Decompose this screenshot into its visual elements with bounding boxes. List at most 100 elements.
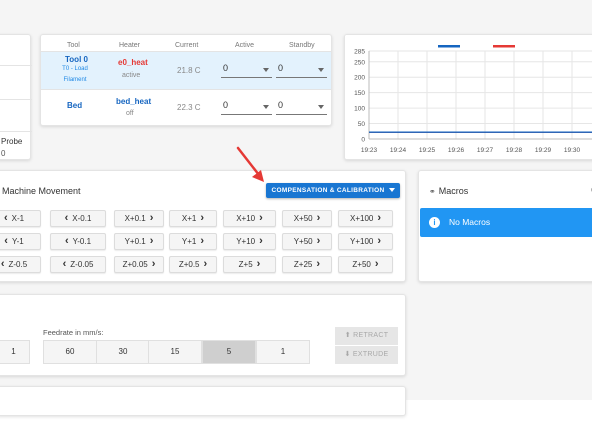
move-button[interactable]: ‹ Y-1 [0,233,41,250]
move-button[interactable]: Y+1 › [169,233,217,250]
active-temp-select[interactable]: 0 [221,62,272,78]
x-tick-label: 19:26 [448,147,465,154]
chevron-right-icon: › [200,212,205,224]
y-tick-label: 50 [358,121,366,128]
retract-button[interactable]: ⬆ RETRACT [335,327,398,345]
chevron-down-icon [318,105,324,109]
move-button[interactable]: X+50 › [282,210,332,227]
move-button[interactable]: Z+5 › [223,256,276,273]
move-button[interactable]: ‹ X-0.1 [50,210,106,227]
feedrate-option[interactable]: 60 [43,340,97,364]
active-temp-select[interactable]: 0 [221,99,272,115]
header-tool: Tool [67,42,80,49]
move-button[interactable]: X+1 › [169,210,217,227]
chevron-right-icon: › [149,235,154,247]
probe-value: 0 [1,149,6,158]
move-button[interactable]: ‹ X-1 [0,210,41,227]
status-card: Probe 0 [0,34,32,160]
heater-name[interactable]: bed_heat [116,97,151,106]
extruder-control-card: 1 Feedrate in mm/s: 60 30 15 5 1 ⬆ RETRACT ⬇… [0,294,406,376]
arrow-up-icon: ⬆ [344,332,354,339]
temperature-chart: 0 50 100 150 200 250 285 19:23 19:24 19:25 19:26 19… [345,35,592,159]
move-button[interactable]: X+10 › [223,210,276,227]
standby-temp-select[interactable]: 0 [276,99,327,115]
standby-temp-select[interactable]: 0 [276,62,327,78]
no-macros-alert: i No Macros [420,208,592,237]
header-active: Active [235,42,255,49]
tool-subtitle[interactable]: Filament [49,77,101,83]
move-button[interactable]: Y+10 › [223,233,276,250]
move-button[interactable]: Y+100 › [338,233,393,250]
x-tick-label: 19:28 [506,147,523,154]
info-icon: i [429,217,440,228]
x-tick-label: 19:23 [361,147,378,154]
link-icon: ⚭ [429,187,436,196]
x-tick-label: 19:29 [535,147,552,154]
move-button[interactable]: Y+0.1 › [114,233,164,250]
move-button[interactable]: ‹ Z-0.05 [50,256,106,273]
tools-card: Tool Heater Current Active Standby Tool … [40,34,332,126]
chevron-right-icon: › [374,258,379,270]
move-button-label: Z+50 [352,260,371,269]
y-tick-label: 200 [354,75,365,82]
temperature-chart-card: 0 50 100 150 200 250 285 19:23 19:24 19:25 19:26 19… [344,34,592,160]
move-button[interactable]: ‹ Y-0.1 [50,233,106,250]
current-temp: 22.3 C [177,103,201,112]
move-button[interactable]: ‹ Z-0.5 [0,256,41,273]
tool-row-bed[interactable]: Bed bed_heat off 22.3 C 0 0 [41,89,331,125]
y-tick-label: 150 [354,90,365,97]
chevron-left-icon: ‹ [62,258,67,270]
move-button-label: Y+50 [293,237,313,246]
feedrate-option[interactable]: 5 [202,340,256,364]
macros-title: ⚭ Macros [429,186,469,196]
move-button[interactable]: Y+50 › [282,233,332,250]
feedrate-label: Feedrate in mm/s: [43,328,104,337]
chevron-right-icon: › [259,212,263,224]
compensation-calibration-button[interactable]: COMPENSATION & CALIBRATION [266,183,400,198]
move-button-label: Z+0.5 [178,260,200,269]
amount-option[interactable]: 1 [0,340,30,364]
move-button-label: Z+5 [238,260,253,269]
move-button-label: Z-0.05 [70,260,94,269]
heater-state: active [122,72,141,79]
legend-swatch [493,45,515,48]
chevron-left-icon: ‹ [4,235,8,247]
chevron-right-icon: › [316,235,321,247]
feedrate-option[interactable]: 1 [256,340,310,364]
arrow-down-icon: ⬇ [344,351,353,358]
tool-name[interactable]: Bed [67,101,82,110]
move-button-label: X-1 [11,214,25,223]
tool-name[interactable]: Tool 0 [65,55,88,64]
chevron-down-icon [263,105,269,109]
x-tick-label: 19:25 [419,147,436,154]
move-button[interactable]: Z+25 › [282,256,332,273]
no-macros-text: No Macros [449,217,491,227]
move-button-label: Y+0.1 [124,237,146,246]
move-button[interactable]: X+0.1 › [114,210,164,227]
move-button[interactable]: X+100 › [338,210,393,227]
move-button[interactable]: Z+0.05 › [114,256,164,273]
move-button-label: X+50 [293,214,313,223]
header-heater: Heater [119,42,141,49]
tool-subtitle[interactable]: T0 - Load [49,66,101,72]
move-button-label: X+10 [236,214,256,223]
current-temp: 21.8 C [177,66,201,75]
probe-label: Probe [1,137,23,146]
extrude-button[interactable]: ⬇ EXTRUDE [335,346,398,364]
machine-movement-title: Machine Movement [2,186,81,196]
move-button[interactable]: Z+50 › [338,256,393,273]
move-button-label: Z+25 [293,260,313,269]
move-button-label: Y-0.1 [72,237,92,246]
heater-name[interactable]: e0_heat [118,58,148,67]
x-tick-label: 19:27 [477,147,494,154]
feedrate-option[interactable]: 15 [148,340,202,364]
y-tick-label: 285 [354,49,365,56]
move-button-label: X+1 [181,214,197,223]
move-button[interactable]: Z+0.5 › [169,256,217,273]
chevron-left-icon: ‹ [3,212,8,224]
chevron-down-icon [263,68,269,72]
feedrate-option[interactable]: 30 [96,340,150,364]
tool-row-tool0[interactable]: Tool 0 T0 - Load Filament e0_heat active… [41,51,331,89]
move-button-label: Z+0.05 [122,260,148,269]
chevron-left-icon: ‹ [0,258,5,270]
